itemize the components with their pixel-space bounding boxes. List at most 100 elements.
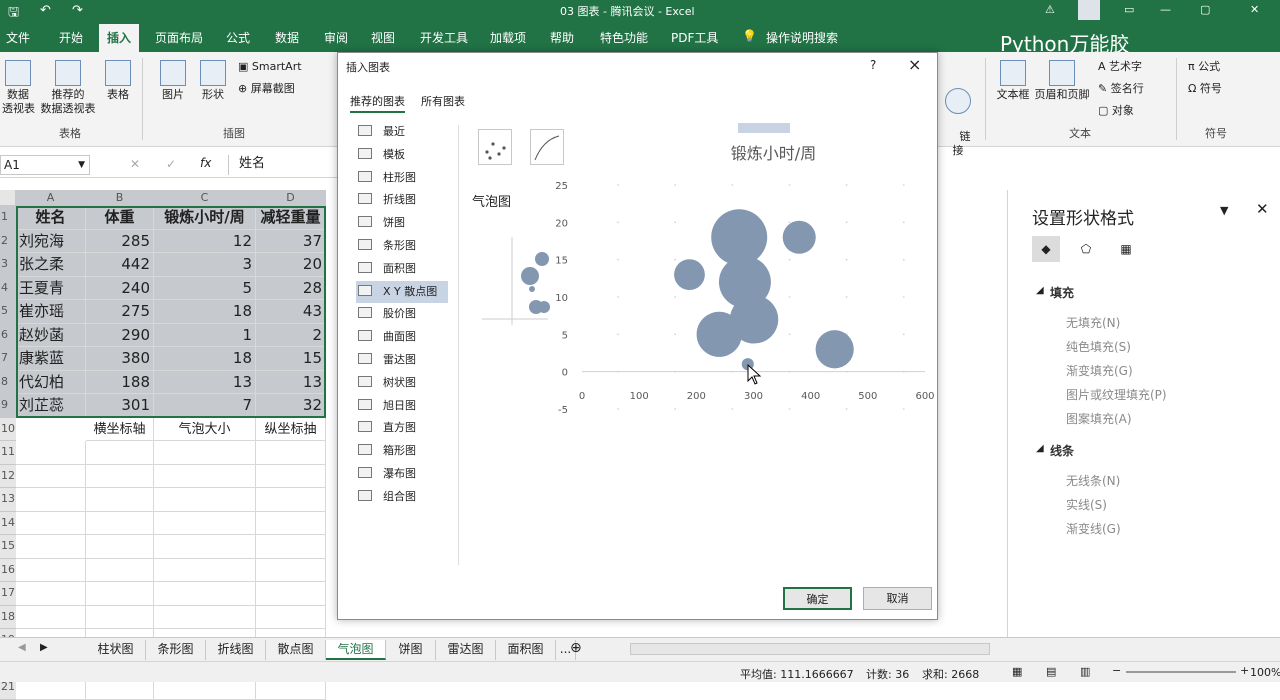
sheet-tab[interactable]: 折线图 (206, 640, 266, 660)
row-header[interactable]: 2 (0, 229, 16, 253)
note-cell[interactable]: 纵坐标抽 (256, 417, 326, 441)
empty-cell[interactable] (256, 488, 326, 512)
line-section-header[interactable]: 线条 (1050, 442, 1074, 459)
nav-item[interactable]: 组合图 (358, 486, 416, 508)
value-cell[interactable]: 301 (86, 394, 154, 418)
nav-item[interactable]: 折线图 (358, 189, 416, 211)
empty-cell[interactable] (256, 558, 326, 582)
gradient-fill-option[interactable]: 渐变填充(G) (1066, 362, 1133, 379)
empty-cell[interactable] (154, 605, 256, 629)
row-header[interactable]: 4 (0, 276, 16, 300)
value-cell[interactable]: 285 (86, 229, 154, 253)
nav-item[interactable]: 树状图 (358, 372, 416, 394)
name-cell[interactable]: 代幻柏 (16, 370, 86, 394)
object-button[interactable]: ▢ 对象 (1098, 104, 1134, 118)
page-layout-view-icon[interactable]: ▤ (1046, 665, 1056, 678)
value-cell[interactable]: 7 (154, 394, 256, 418)
normal-view-icon[interactable]: ▦ (1012, 665, 1022, 678)
empty-cell[interactable] (16, 605, 86, 629)
note-cell[interactable]: 气泡大小 (154, 417, 256, 441)
empty-cell[interactable] (86, 464, 154, 488)
empty-cell[interactable] (256, 605, 326, 629)
value-cell[interactable]: 13 (154, 370, 256, 394)
gradient-line-option[interactable]: 渐变线(G) (1066, 520, 1121, 537)
empty-cell[interactable] (86, 511, 154, 535)
empty-cell[interactable] (16, 582, 86, 606)
redo-icon[interactable]: ↷ (72, 3, 83, 18)
fill-section-header[interactable]: 填充 (1050, 284, 1074, 301)
symbol-button[interactable]: Ω 符号 (1188, 82, 1222, 96)
value-cell[interactable]: 13 (256, 370, 326, 394)
empty-cell[interactable] (256, 511, 326, 535)
value-cell[interactable]: 20 (256, 253, 326, 277)
maximize-icon[interactable]: ▢ (1200, 3, 1210, 16)
tab-recommended-charts[interactable]: 推荐的图表 (350, 93, 405, 113)
formula-input[interactable]: 姓名 (228, 155, 338, 175)
undo-icon[interactable]: ↶ (40, 3, 51, 18)
empty-cell[interactable] (256, 464, 326, 488)
column-header[interactable]: B (86, 190, 154, 206)
textbox-button[interactable]: 文本框 (994, 60, 1032, 102)
cancel-button[interactable]: 取消 (863, 587, 932, 610)
bubble-chart-preview[interactable]: 锻炼小时/周 0 100 200 300 400 500 600 25 20 15 10 5 0 -5 (552, 129, 942, 489)
nav-item[interactable]: 旭日图 (358, 395, 416, 417)
nav-item[interactable]: X Y 散点图 (356, 280, 448, 303)
row-header[interactable]: 5 (0, 300, 16, 324)
nav-item[interactable]: 箱形图 (358, 440, 416, 462)
empty-cell[interactable] (154, 511, 256, 535)
fill-line-icon[interactable]: ◆ (1032, 236, 1060, 262)
row-header[interactable]: 16 (0, 558, 16, 582)
header-cell[interactable]: 姓名 (16, 206, 86, 230)
scroll-right-icon[interactable]: ▶ (40, 642, 48, 653)
nav-item[interactable]: 模板 (358, 144, 405, 166)
picture-texture-fill-option[interactable]: 图片或纹理填充(P) (1066, 386, 1167, 403)
header-cell[interactable]: 锻炼小时/周 (154, 206, 256, 230)
no-fill-option[interactable]: 无填充(N) (1066, 314, 1120, 331)
value-cell[interactable]: 12 (154, 229, 256, 253)
tell-me-search[interactable]: 操作说明搜索 (766, 29, 838, 46)
help-button[interactable]: ? (870, 58, 876, 72)
select-all-corner[interactable] (0, 190, 16, 206)
empty-cell[interactable] (256, 582, 326, 606)
zoom-slider[interactable] (1126, 671, 1236, 673)
sheet-tab[interactable]: 条形图 (146, 640, 206, 660)
nav-item[interactable]: 股价图 (358, 303, 416, 325)
function-icon[interactable]: fx (200, 156, 211, 170)
nav-item[interactable]: 柱形图 (358, 167, 416, 189)
row-header[interactable]: 6 (0, 323, 16, 347)
note-cell[interactable]: 横坐标轴 (86, 417, 154, 441)
value-cell[interactable]: 5 (154, 276, 256, 300)
name-cell[interactable]: 赵妙菡 (16, 323, 86, 347)
column-header[interactable]: D (256, 190, 326, 206)
solid-fill-option[interactable]: 纯色填充(S) (1066, 338, 1131, 355)
header-cell[interactable]: 减轻重量 (256, 206, 326, 230)
empty-cell[interactable] (16, 558, 86, 582)
tab-review[interactable]: 审阅 (324, 29, 348, 46)
empty-cell[interactable] (154, 464, 256, 488)
empty-cell[interactable] (86, 558, 154, 582)
row-header[interactable]: 7 (0, 347, 16, 371)
page-break-view-icon[interactable]: ▥ (1080, 665, 1090, 678)
row-header[interactable]: 13 (0, 488, 16, 512)
name-cell[interactable]: 张之柔 (16, 253, 86, 277)
pivot-table-button[interactable]: 数据 透视表 (2, 60, 35, 116)
tab-insert[interactable]: 插入 (99, 24, 140, 52)
name-box[interactable]: A1 ▼ (0, 155, 90, 175)
link-button[interactable]: 链 接 (944, 60, 972, 172)
tab-formulas[interactable]: 公式 (226, 29, 250, 46)
sheet-tab[interactable]: 饼图 (386, 640, 436, 660)
equation-button[interactable]: π 公式 (1188, 60, 1220, 74)
value-cell[interactable]: 275 (86, 300, 154, 324)
sheet-tab[interactable]: 柱状图 (86, 640, 146, 660)
tab-special[interactable]: 特色功能 (600, 29, 648, 46)
value-cell[interactable]: 15 (256, 347, 326, 371)
tab-developer[interactable]: 开发工具 (420, 29, 468, 46)
add-sheet-icon[interactable]: ⊕ (570, 640, 582, 656)
row-header[interactable]: 8 (0, 370, 16, 394)
nav-item[interactable]: 雷达图 (358, 349, 416, 371)
tab-view[interactable]: 视图 (371, 29, 395, 46)
sheet-tab[interactable]: 气泡图 (326, 640, 386, 660)
empty-cell[interactable] (86, 605, 154, 629)
empty-cell[interactable] (154, 558, 256, 582)
cancel-icon[interactable]: ✕ (130, 157, 140, 171)
